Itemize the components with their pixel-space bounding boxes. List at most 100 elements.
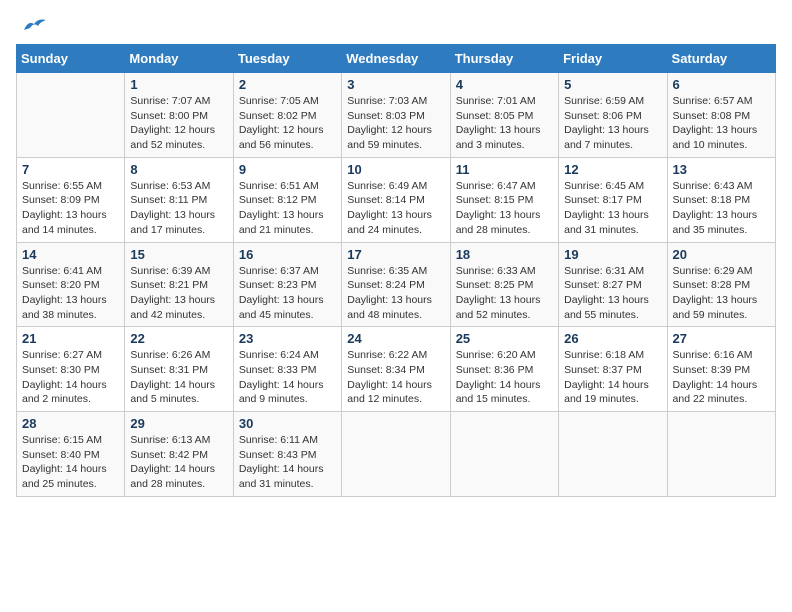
day-number: 24 bbox=[347, 331, 444, 346]
calendar-cell: 24 Sunrise: 6:22 AM Sunset: 8:34 PM Dayli… bbox=[342, 327, 450, 412]
day-number: 28 bbox=[22, 416, 119, 431]
day-info: Sunrise: 6:11 AM Sunset: 8:43 PM Dayligh… bbox=[239, 433, 336, 492]
day-number: 10 bbox=[347, 162, 444, 177]
day-info: Sunrise: 7:03 AM Sunset: 8:03 PM Dayligh… bbox=[347, 94, 444, 153]
calendar-cell: 9 Sunrise: 6:51 AM Sunset: 8:12 PM Daylig… bbox=[233, 157, 341, 242]
calendar-week-row: 21 Sunrise: 6:27 AM Sunset: 8:30 PM Dayli… bbox=[17, 327, 776, 412]
calendar-cell: 22 Sunrise: 6:26 AM Sunset: 8:31 PM Dayli… bbox=[125, 327, 233, 412]
calendar-cell: 12 Sunrise: 6:45 AM Sunset: 8:17 PM Dayli… bbox=[559, 157, 667, 242]
calendar-cell: 13 Sunrise: 6:43 AM Sunset: 8:18 PM Dayli… bbox=[667, 157, 775, 242]
day-number: 22 bbox=[130, 331, 227, 346]
calendar-cell: 20Sunrise: 6:29 AM Sunset: 8:28 PM Dayli… bbox=[667, 242, 775, 327]
calendar-cell: 30 Sunrise: 6:11 AM Sunset: 8:43 PM Dayli… bbox=[233, 412, 341, 497]
calendar-cell bbox=[559, 412, 667, 497]
day-info: Sunrise: 6:57 AM Sunset: 8:08 PM Dayligh… bbox=[673, 94, 770, 153]
day-number: 14 bbox=[22, 247, 119, 262]
day-info: Sunrise: 6:59 AM Sunset: 8:06 PM Dayligh… bbox=[564, 94, 661, 153]
weekday-header-monday: Monday bbox=[125, 45, 233, 73]
calendar-cell: 6 Sunrise: 6:57 AM Sunset: 8:08 PM Daylig… bbox=[667, 73, 775, 158]
day-number: 26 bbox=[564, 331, 661, 346]
day-number: 3 bbox=[347, 77, 444, 92]
day-info: Sunrise: 6:41 AM Sunset: 8:20 PM Dayligh… bbox=[22, 264, 119, 323]
day-number: 21 bbox=[22, 331, 119, 346]
calendar-cell: 25Sunrise: 6:20 AM Sunset: 8:36 PM Dayli… bbox=[450, 327, 558, 412]
day-info: Sunrise: 6:47 AM Sunset: 8:15 PM Dayligh… bbox=[456, 179, 553, 238]
day-info: Sunrise: 6:26 AM Sunset: 8:31 PM Dayligh… bbox=[130, 348, 227, 407]
calendar-cell: 4 Sunrise: 7:01 AM Sunset: 8:05 PM Daylig… bbox=[450, 73, 558, 158]
calendar-header-row: SundayMondayTuesdayWednesdayThursdayFrid… bbox=[17, 45, 776, 73]
day-info: Sunrise: 6:20 AM Sunset: 8:36 PM Dayligh… bbox=[456, 348, 553, 407]
weekday-header-sunday: Sunday bbox=[17, 45, 125, 73]
calendar-week-row: 7Sunrise: 6:55 AM Sunset: 8:09 PM Daylig… bbox=[17, 157, 776, 242]
calendar-cell: 27 Sunrise: 6:16 AM Sunset: 8:39 PM Dayli… bbox=[667, 327, 775, 412]
day-info: Sunrise: 6:43 AM Sunset: 8:18 PM Dayligh… bbox=[673, 179, 770, 238]
day-info: Sunrise: 7:01 AM Sunset: 8:05 PM Dayligh… bbox=[456, 94, 553, 153]
calendar-cell: 16 Sunrise: 6:37 AM Sunset: 8:23 PM Dayli… bbox=[233, 242, 341, 327]
day-info: Sunrise: 6:53 AM Sunset: 8:11 PM Dayligh… bbox=[130, 179, 227, 238]
calendar-week-row: 1 Sunrise: 7:07 AM Sunset: 8:00 PM Daylig… bbox=[17, 73, 776, 158]
day-number: 13 bbox=[673, 162, 770, 177]
day-number: 16 bbox=[239, 247, 336, 262]
day-number: 15 bbox=[130, 247, 227, 262]
day-info: Sunrise: 6:45 AM Sunset: 8:17 PM Dayligh… bbox=[564, 179, 661, 238]
day-info: Sunrise: 6:13 AM Sunset: 8:42 PM Dayligh… bbox=[130, 433, 227, 492]
day-number: 4 bbox=[456, 77, 553, 92]
weekday-header-thursday: Thursday bbox=[450, 45, 558, 73]
day-number: 19 bbox=[564, 247, 661, 262]
day-number: 18 bbox=[456, 247, 553, 262]
calendar-cell: 8 Sunrise: 6:53 AM Sunset: 8:11 PM Daylig… bbox=[125, 157, 233, 242]
calendar-cell: 3 Sunrise: 7:03 AM Sunset: 8:03 PM Daylig… bbox=[342, 73, 450, 158]
day-number: 12 bbox=[564, 162, 661, 177]
day-number: 6 bbox=[673, 77, 770, 92]
day-info: Sunrise: 6:39 AM Sunset: 8:21 PM Dayligh… bbox=[130, 264, 227, 323]
day-info: Sunrise: 7:05 AM Sunset: 8:02 PM Dayligh… bbox=[239, 94, 336, 153]
calendar-cell: 26 Sunrise: 6:18 AM Sunset: 8:37 PM Dayli… bbox=[559, 327, 667, 412]
calendar-week-row: 14 Sunrise: 6:41 AM Sunset: 8:20 PM Dayli… bbox=[17, 242, 776, 327]
day-number: 5 bbox=[564, 77, 661, 92]
day-number: 27 bbox=[673, 331, 770, 346]
day-number: 11 bbox=[456, 162, 553, 177]
day-info: Sunrise: 6:55 AM Sunset: 8:09 PM Dayligh… bbox=[22, 179, 119, 238]
day-info: Sunrise: 6:16 AM Sunset: 8:39 PM Dayligh… bbox=[673, 348, 770, 407]
day-number: 8 bbox=[130, 162, 227, 177]
day-info: Sunrise: 6:27 AM Sunset: 8:30 PM Dayligh… bbox=[22, 348, 119, 407]
calendar-cell bbox=[342, 412, 450, 497]
calendar-cell bbox=[667, 412, 775, 497]
weekday-header-friday: Friday bbox=[559, 45, 667, 73]
day-number: 17 bbox=[347, 247, 444, 262]
calendar-cell bbox=[450, 412, 558, 497]
calendar-table: SundayMondayTuesdayWednesdayThursdayFrid… bbox=[16, 44, 776, 497]
logo-bird-icon bbox=[20, 16, 48, 36]
calendar-cell: 23 Sunrise: 6:24 AM Sunset: 8:33 PM Dayli… bbox=[233, 327, 341, 412]
calendar-cell: 17Sunrise: 6:35 AM Sunset: 8:24 PM Dayli… bbox=[342, 242, 450, 327]
day-info: Sunrise: 6:29 AM Sunset: 8:28 PM Dayligh… bbox=[673, 264, 770, 323]
day-info: Sunrise: 6:37 AM Sunset: 8:23 PM Dayligh… bbox=[239, 264, 336, 323]
calendar-cell: 19 Sunrise: 6:31 AM Sunset: 8:27 PM Dayli… bbox=[559, 242, 667, 327]
calendar-cell: 28 Sunrise: 6:15 AM Sunset: 8:40 PM Dayli… bbox=[17, 412, 125, 497]
calendar-cell: 11 Sunrise: 6:47 AM Sunset: 8:15 PM Dayli… bbox=[450, 157, 558, 242]
weekday-header-saturday: Saturday bbox=[667, 45, 775, 73]
day-info: Sunrise: 6:18 AM Sunset: 8:37 PM Dayligh… bbox=[564, 348, 661, 407]
day-info: Sunrise: 6:49 AM Sunset: 8:14 PM Dayligh… bbox=[347, 179, 444, 238]
calendar-cell: 14 Sunrise: 6:41 AM Sunset: 8:20 PM Dayli… bbox=[17, 242, 125, 327]
weekday-header-wednesday: Wednesday bbox=[342, 45, 450, 73]
calendar-cell: 18Sunrise: 6:33 AM Sunset: 8:25 PM Dayli… bbox=[450, 242, 558, 327]
day-info: Sunrise: 6:22 AM Sunset: 8:34 PM Dayligh… bbox=[347, 348, 444, 407]
day-number: 2 bbox=[239, 77, 336, 92]
logo bbox=[16, 16, 48, 32]
day-number: 30 bbox=[239, 416, 336, 431]
calendar-week-row: 28 Sunrise: 6:15 AM Sunset: 8:40 PM Dayli… bbox=[17, 412, 776, 497]
day-number: 9 bbox=[239, 162, 336, 177]
day-number: 23 bbox=[239, 331, 336, 346]
day-info: Sunrise: 6:24 AM Sunset: 8:33 PM Dayligh… bbox=[239, 348, 336, 407]
calendar-cell: 15 Sunrise: 6:39 AM Sunset: 8:21 PM Dayli… bbox=[125, 242, 233, 327]
page-header bbox=[16, 16, 776, 32]
day-number: 1 bbox=[130, 77, 227, 92]
day-info: Sunrise: 7:07 AM Sunset: 8:00 PM Dayligh… bbox=[130, 94, 227, 153]
day-info: Sunrise: 6:51 AM Sunset: 8:12 PM Dayligh… bbox=[239, 179, 336, 238]
calendar-cell: 29 Sunrise: 6:13 AM Sunset: 8:42 PM Dayli… bbox=[125, 412, 233, 497]
day-info: Sunrise: 6:31 AM Sunset: 8:27 PM Dayligh… bbox=[564, 264, 661, 323]
day-number: 29 bbox=[130, 416, 227, 431]
calendar-cell: 7Sunrise: 6:55 AM Sunset: 8:09 PM Daylig… bbox=[17, 157, 125, 242]
day-info: Sunrise: 6:15 AM Sunset: 8:40 PM Dayligh… bbox=[22, 433, 119, 492]
